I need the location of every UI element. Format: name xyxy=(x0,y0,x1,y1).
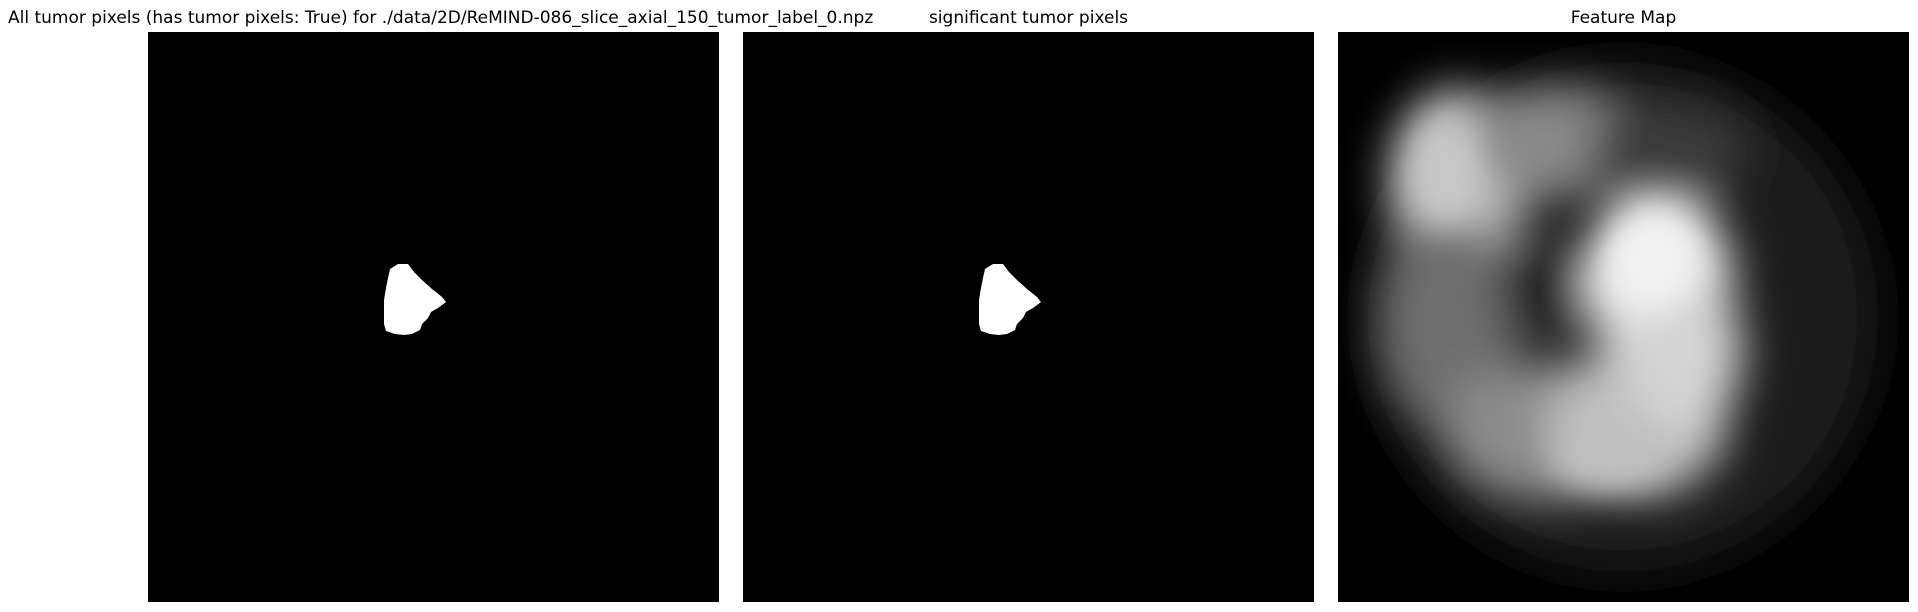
feature-map-image xyxy=(1338,32,1909,602)
panel-title-significant-tumor-pixels: significant tumor pixels xyxy=(928,8,1129,28)
mask-background xyxy=(743,32,1314,602)
panel-title-all-tumor-pixels: All tumor pixels (has tumor pixels: True… xyxy=(8,8,874,28)
figure: All tumor pixels (has tumor pixels: True… xyxy=(0,0,1918,612)
significant-mask-image xyxy=(743,32,1314,602)
panel-title-feature-map: Feature Map xyxy=(1570,8,1677,28)
mask-background xyxy=(148,32,719,602)
tumor-mask-image xyxy=(148,32,719,602)
panel-significant-tumor-pixels xyxy=(743,32,1314,602)
panel-all-tumor-pixels xyxy=(148,32,719,602)
panel-feature-map xyxy=(1338,32,1909,602)
